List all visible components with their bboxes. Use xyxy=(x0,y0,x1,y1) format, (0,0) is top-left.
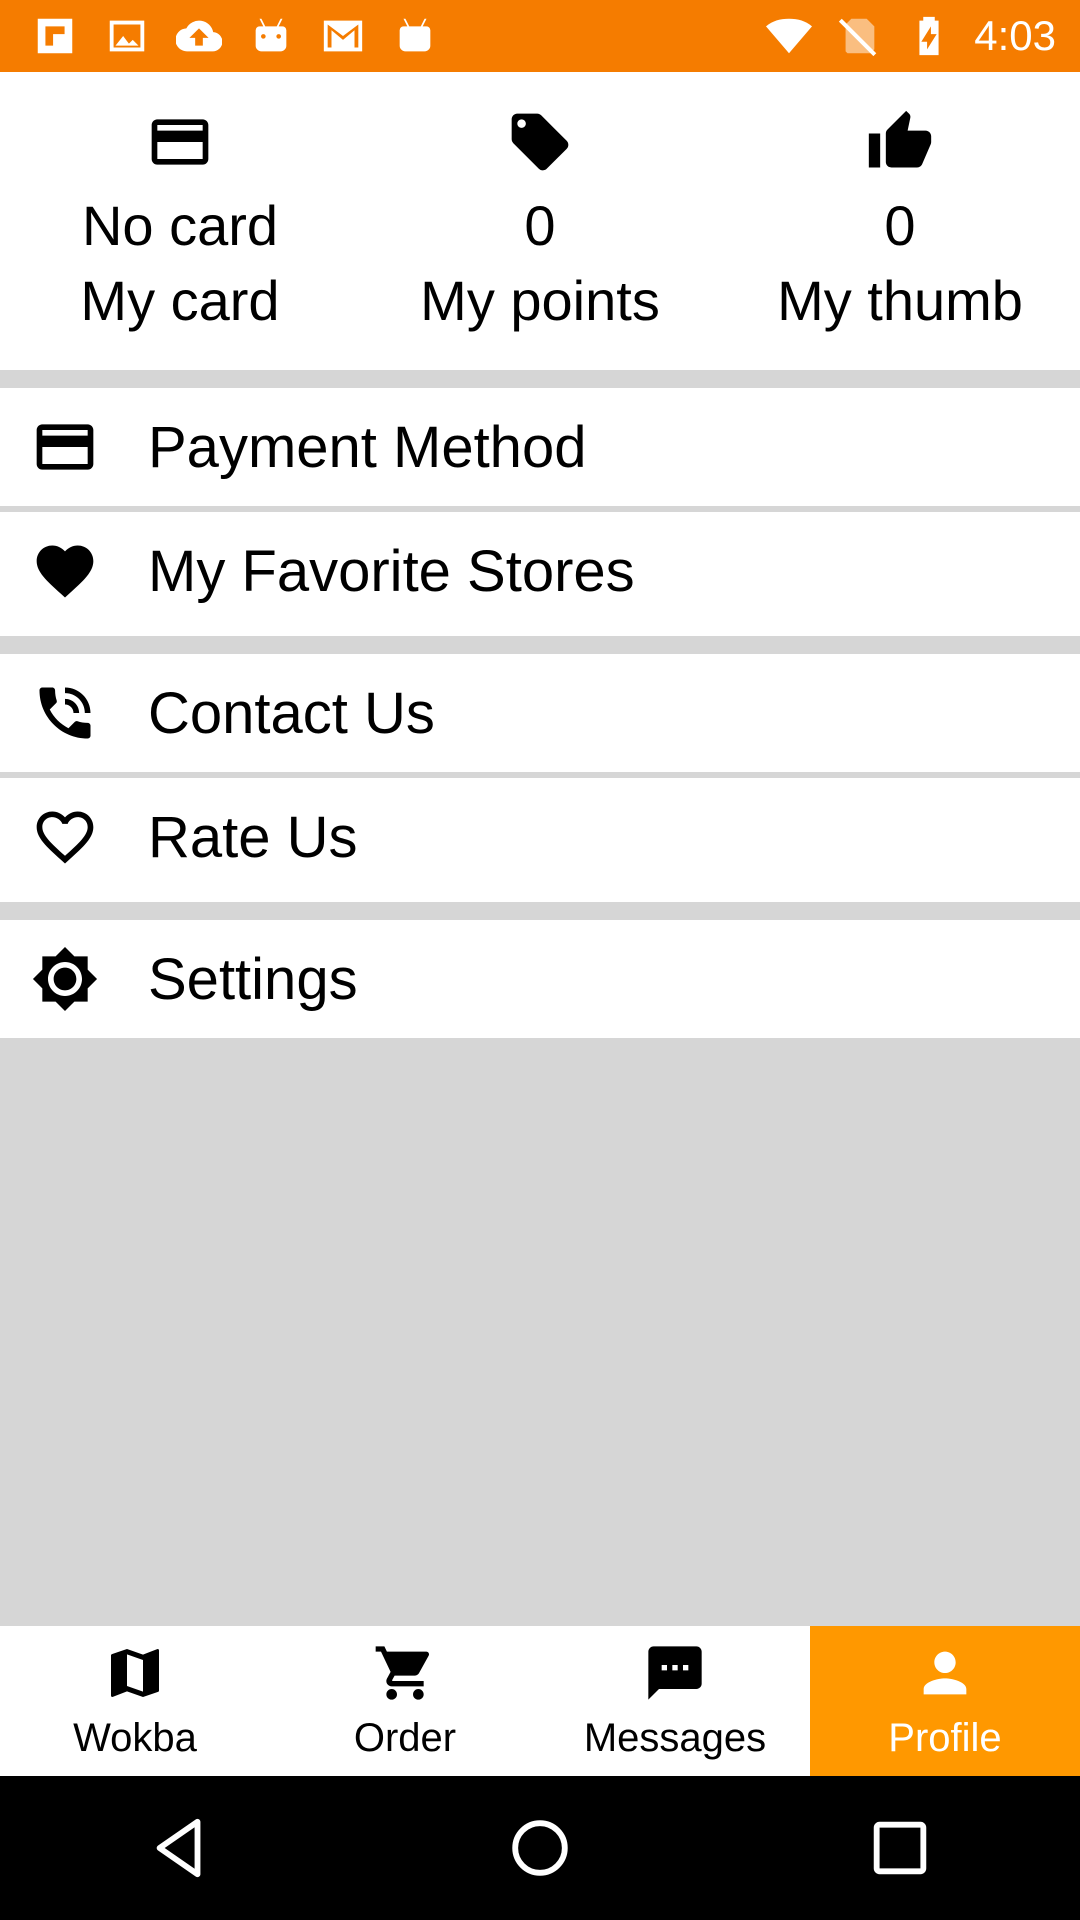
stat-my-card[interactable]: No card My card xyxy=(0,72,360,370)
stat-value: 0 xyxy=(524,194,556,257)
credit-card-icon xyxy=(146,108,214,181)
menu-item-settings[interactable]: Settings xyxy=(0,920,1080,1038)
message-icon xyxy=(643,1641,707,1710)
system-navigation-bar xyxy=(0,1776,1080,1920)
wifi-icon xyxy=(764,11,814,61)
section-divider xyxy=(0,636,1080,654)
menu-item-contact-us[interactable]: Contact Us xyxy=(0,654,1080,772)
status-bar: 4:03 xyxy=(0,0,1080,72)
menu-item-label: My Favorite Stores xyxy=(148,538,635,604)
tab-label: Profile xyxy=(888,1716,1002,1760)
stat-value: 0 xyxy=(884,194,916,257)
phone-icon xyxy=(30,678,100,748)
person-icon xyxy=(913,1641,977,1710)
menu-item-label: Payment Method xyxy=(148,414,587,480)
gmail-icon xyxy=(318,11,368,61)
menu-item-label: Settings xyxy=(148,946,358,1012)
android-icon xyxy=(390,11,440,61)
cloud-upload-icon xyxy=(174,11,224,61)
menu-item-payment-method[interactable]: Payment Method xyxy=(0,388,1080,506)
stat-my-points[interactable]: 0 My points xyxy=(360,72,720,370)
heart-icon xyxy=(30,536,100,606)
stat-label: My thumb xyxy=(777,269,1023,332)
stat-my-thumb[interactable]: 0 My thumb xyxy=(720,72,1080,370)
brightness-icon xyxy=(30,944,100,1014)
tab-label: Messages xyxy=(583,1716,767,1760)
map-icon xyxy=(103,1641,167,1710)
stat-value: No card xyxy=(81,194,279,257)
home-icon[interactable] xyxy=(490,1798,590,1898)
stat-label: My points xyxy=(420,269,660,332)
no-sim-icon xyxy=(834,11,884,61)
recents-icon[interactable] xyxy=(850,1798,950,1898)
image-icon xyxy=(102,11,152,61)
section-divider xyxy=(0,902,1080,920)
android-icon xyxy=(246,11,296,61)
stats-header: No card My card 0 My points 0 My thumb xyxy=(0,72,1080,370)
tab-wokba[interactable]: Wokba xyxy=(0,1626,270,1776)
section-divider xyxy=(0,370,1080,388)
menu-item-rate-us[interactable]: Rate Us xyxy=(0,778,1080,896)
credit-card-icon xyxy=(30,412,100,482)
tab-label: Wokba xyxy=(73,1716,197,1760)
tag-icon xyxy=(506,108,574,181)
menu-item-favorite-stores[interactable]: My Favorite Stores xyxy=(0,512,1080,630)
back-icon[interactable] xyxy=(130,1798,230,1898)
cart-icon xyxy=(373,1641,437,1710)
thumb-up-icon xyxy=(866,108,934,181)
stat-label: My card xyxy=(80,269,280,332)
tab-messages[interactable]: Messages xyxy=(540,1626,810,1776)
menu-item-label: Rate Us xyxy=(148,804,358,870)
tab-order[interactable]: Order xyxy=(270,1626,540,1776)
menu-item-label: Contact Us xyxy=(148,680,435,746)
bottom-navigation: Wokba Order Messages Profile xyxy=(0,1626,1080,1776)
empty-content-area xyxy=(0,1038,1080,1626)
tab-label: Order xyxy=(353,1716,457,1760)
clock-time: 4:03 xyxy=(974,12,1056,59)
flipboard-icon xyxy=(30,11,80,61)
heart-outline-icon xyxy=(30,802,100,872)
battery-charging-icon xyxy=(904,11,954,61)
tab-profile[interactable]: Profile xyxy=(810,1626,1080,1776)
